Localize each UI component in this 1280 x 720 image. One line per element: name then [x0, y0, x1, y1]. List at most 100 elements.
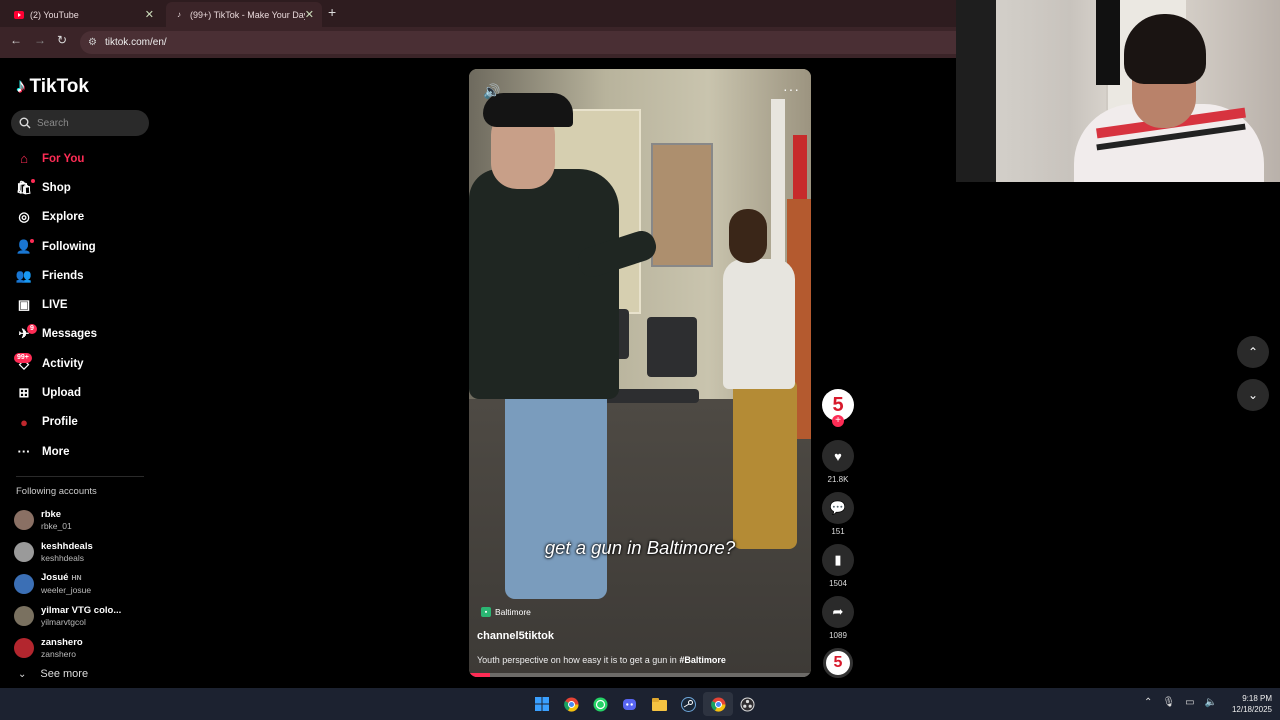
- nav-label: Friends: [42, 269, 84, 282]
- following-account-item[interactable]: Josué HN weeler_josue: [14, 568, 154, 600]
- microphone-icon[interactable]: 🎙: [1162, 697, 1175, 708]
- nav-live[interactable]: ▣ LIVE: [16, 290, 156, 319]
- hashtag-link[interactable]: #Baltimore: [679, 655, 726, 665]
- account-name: yilmar VTG colo...: [41, 604, 122, 616]
- tab-title: (99+) TikTok - Make Your Day: [190, 9, 305, 20]
- nav-messages[interactable]: ✈ 9 Messages: [16, 320, 156, 349]
- site-info-icon[interactable]: ⚙: [88, 37, 97, 48]
- tiktok-logo[interactable]: ♪ TikTok: [16, 76, 89, 98]
- save-action[interactable]: ▮ 1504: [822, 544, 854, 588]
- video-scene: [793, 135, 807, 199]
- nav-label: Upload: [42, 387, 81, 400]
- see-more-button[interactable]: ⌄ See more: [18, 668, 88, 680]
- video-scene: [651, 143, 713, 267]
- more-options-icon[interactable]: ···: [783, 81, 800, 97]
- search-box[interactable]: [11, 110, 149, 136]
- obs-icon[interactable]: [733, 692, 762, 716]
- account-handle: rbke_01: [41, 520, 72, 531]
- share-icon[interactable]: ➦: [822, 596, 854, 628]
- discord-icon[interactable]: [615, 692, 644, 716]
- video-player[interactable]: 🔊 ··· get a gun in Baltimore? ▪ Baltimor…: [469, 69, 811, 677]
- live-icon: ▣: [17, 297, 31, 313]
- progress-fill: [469, 673, 490, 677]
- search-icon: [19, 117, 31, 129]
- profile-icon: ●: [20, 414, 28, 430]
- forward-icon[interactable]: →: [34, 33, 46, 47]
- tray-overflow-icon[interactable]: ⌃: [1144, 697, 1152, 708]
- location-tag[interactable]: ▪ Baltimore: [481, 607, 531, 617]
- nav-label: Activity: [42, 357, 84, 370]
- heart-icon[interactable]: ♥: [822, 440, 854, 472]
- account-name: keshhdeals: [41, 540, 93, 552]
- tab-tiktok[interactable]: ♪ (99+) TikTok - Make Your Day ✕: [166, 2, 322, 27]
- whatsapp-icon[interactable]: [586, 692, 615, 716]
- file-explorer-icon[interactable]: [645, 692, 674, 716]
- windows-start-icon[interactable]: [527, 692, 556, 716]
- close-tab-icon[interactable]: ✕: [305, 8, 314, 21]
- nav-shop[interactable]: 🛍 Shop: [16, 173, 156, 202]
- compass-icon: ◎: [18, 209, 30, 225]
- webcam-background: [1096, 0, 1120, 85]
- volume-tray-icon[interactable]: 🔈: [1205, 697, 1217, 708]
- nav-for-you[interactable]: ⌂ For You: [16, 144, 156, 173]
- video-progress-bar[interactable]: [469, 673, 811, 677]
- close-tab-icon[interactable]: ✕: [145, 8, 154, 21]
- nav-activity[interactable]: ◇ 99+ Activity: [14, 349, 156, 378]
- chrome-icon[interactable]: [556, 692, 585, 716]
- follow-button[interactable]: +: [832, 415, 844, 427]
- nav-label: Messages: [42, 328, 97, 341]
- messages-badge: 9: [27, 323, 37, 334]
- comment-count: 151: [831, 527, 845, 536]
- nav-profile[interactable]: ● Profile: [16, 408, 156, 437]
- nav-friends[interactable]: 👥 Friends: [16, 261, 156, 290]
- new-tab-icon[interactable]: +: [328, 4, 336, 20]
- system-clock[interactable]: 9:18 PM 12/18/2025: [1222, 693, 1272, 715]
- nav-label: Profile: [42, 416, 78, 429]
- music-disc[interactable]: 5: [823, 648, 853, 678]
- previous-video-button[interactable]: ⌃: [1237, 336, 1269, 368]
- nav-following[interactable]: 👤 Following: [16, 232, 156, 261]
- avatar: [14, 606, 34, 626]
- tiktok-note-icon: ♪: [16, 76, 26, 97]
- system-tray: ⌃ 🎙 ▭ 🔈: [1144, 697, 1227, 708]
- nav-more[interactable]: ··· More: [16, 437, 156, 466]
- location-icon: ▪: [481, 607, 491, 617]
- video-subtitle: get a gun in Baltimore?: [544, 537, 736, 558]
- tab-youtube[interactable]: (2) YouTube ✕: [6, 2, 162, 27]
- notification-dot: [30, 238, 34, 243]
- screen: (2) YouTube ✕ ♪ (99+) TikTok - Make Your…: [0, 0, 1280, 720]
- nav-explore[interactable]: ◎ Explore: [16, 203, 156, 232]
- sidebar-nav: ⌂ For You 🛍 Shop ◎ Explore 👤 Following 👥…: [14, 144, 156, 466]
- clock-time: 9:18 PM: [1242, 694, 1272, 703]
- following-account-item[interactable]: rbke rbke_01: [14, 504, 154, 536]
- back-icon[interactable]: ←: [10, 33, 22, 47]
- windows-taskbar: ⌃ 🎙 ▭ 🔈 9:18 PM 12/18/2025: [0, 688, 1280, 720]
- nav-upload[interactable]: ⊞ Upload: [16, 378, 156, 407]
- home-icon: ⌂: [20, 151, 28, 167]
- reload-icon[interactable]: ↻: [57, 33, 67, 47]
- next-video-button[interactable]: ⌄: [1237, 379, 1269, 411]
- avatar: [14, 638, 34, 658]
- share-action[interactable]: ➦ 1089: [822, 596, 854, 640]
- comment-action[interactable]: 💬 151: [822, 492, 854, 536]
- search-input[interactable]: [37, 117, 137, 129]
- like-action[interactable]: ♥ 21.8K: [822, 440, 854, 484]
- network-icon[interactable]: ▭: [1185, 697, 1194, 708]
- sidebar-divider: [16, 476, 144, 477]
- steam-icon[interactable]: [674, 692, 703, 716]
- bookmark-icon[interactable]: ▮: [822, 544, 854, 576]
- following-account-item[interactable]: yilmar VTG colo... yilmarvtgcol: [14, 600, 154, 632]
- avatar: [14, 510, 34, 530]
- nav-label: More: [42, 445, 70, 458]
- comment-icon[interactable]: 💬: [822, 492, 854, 524]
- shop-icon: 🛍: [15, 179, 33, 195]
- video-author[interactable]: channel5tiktok: [477, 630, 554, 642]
- nav-label: LIVE: [42, 299, 68, 312]
- volume-icon[interactable]: 🔊: [483, 83, 500, 100]
- chrome-active-icon[interactable]: [703, 692, 733, 716]
- address-bar[interactable]: ⚙ tiktok.com/en/: [80, 31, 956, 54]
- following-account-item[interactable]: zanshero zanshero: [14, 632, 154, 664]
- following-account-item[interactable]: keshhdeals keshhdeals: [14, 536, 154, 568]
- more-icon: ···: [17, 444, 31, 460]
- browser-chrome: (2) YouTube ✕ ♪ (99+) TikTok - Make Your…: [0, 0, 956, 58]
